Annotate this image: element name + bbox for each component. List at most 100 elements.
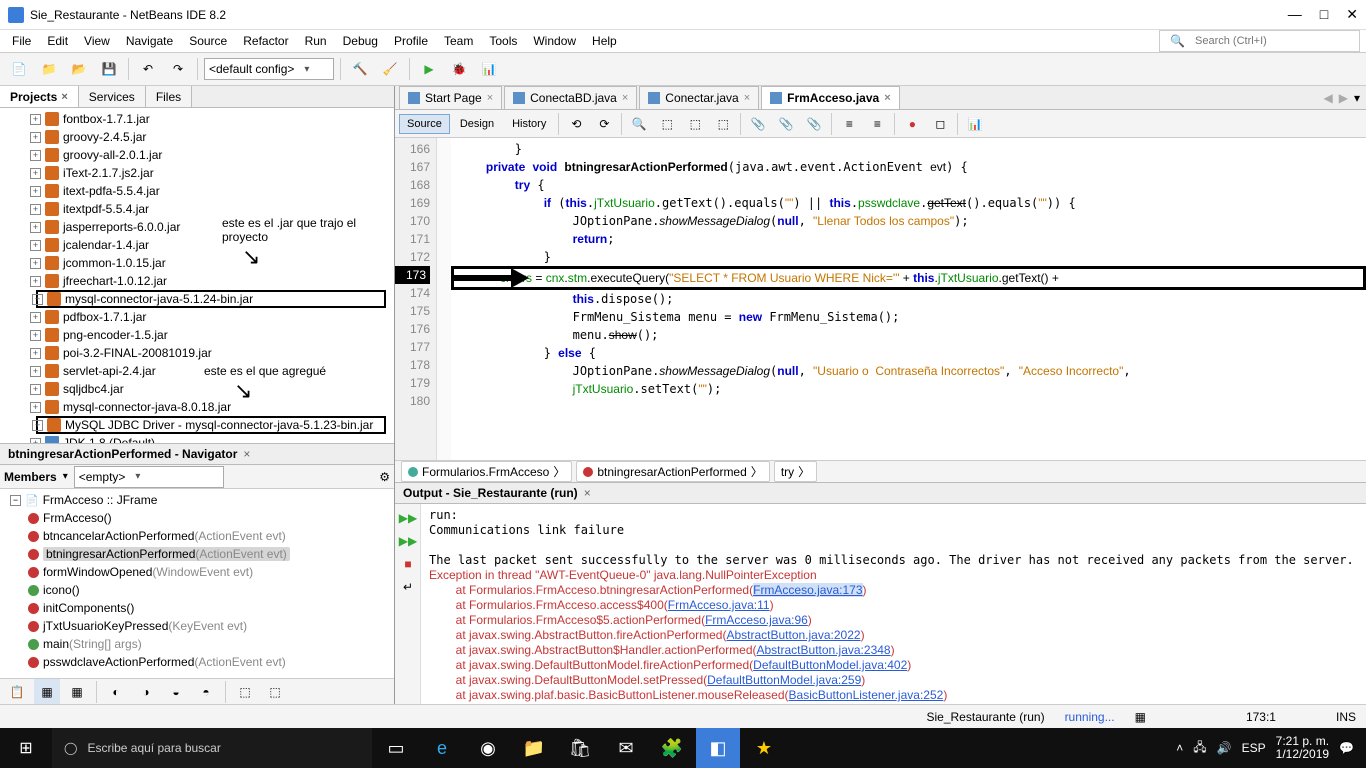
open-button[interactable]: 📂 [66, 56, 92, 82]
nav-btn-1[interactable]: 📋 [4, 679, 30, 705]
navigator-item[interactable]: initComponents() [0, 599, 394, 617]
et-btn[interactable]: ◻ [927, 111, 953, 137]
maximize-button[interactable]: □ [1320, 6, 1328, 23]
clean-build-button[interactable]: 🧹 [377, 56, 403, 82]
menu-tools[interactable]: Tools [483, 32, 523, 50]
tree-item[interactable]: +servlet-api-2.4.jar [0, 362, 394, 380]
nav-btn-9[interactable]: ⬚ [262, 679, 288, 705]
navigator-item[interactable]: main(String[] args) [0, 635, 394, 653]
save-all-button[interactable]: 💾 [96, 56, 122, 82]
mail-icon[interactable]: ✉ [604, 728, 648, 768]
view-design[interactable]: Design [452, 114, 502, 134]
nav-btn-7[interactable]: ◓ [193, 679, 219, 705]
tab-list-icon[interactable]: ▾ [1354, 91, 1360, 105]
navigator-item[interactable]: btningresarActionPerformed(ActionEvent e… [0, 545, 394, 563]
tree-item[interactable]: +png-encoder-1.5.jar [0, 326, 394, 344]
menu-team[interactable]: Team [438, 32, 479, 50]
menu-source[interactable]: Source [183, 32, 233, 50]
stop-icon[interactable]: ■ [398, 554, 418, 574]
et-btn[interactable]: ● [899, 111, 925, 137]
et-btn[interactable]: ⟳ [591, 111, 617, 137]
global-search[interactable]: 🔍 [1159, 30, 1360, 52]
et-btn[interactable]: ≡ [864, 111, 890, 137]
menu-view[interactable]: View [78, 32, 116, 50]
tree-item[interactable]: +iText-2.1.7.js2.jar [0, 164, 394, 182]
project-tree[interactable]: este es el .jar que trajo el proyecto ↘ … [0, 108, 394, 443]
et-btn[interactable]: ⬚ [654, 111, 680, 137]
menu-navigate[interactable]: Navigate [120, 32, 179, 50]
et-btn[interactable]: 📎 [745, 111, 771, 137]
output-console[interactable]: run: Communications link failure The las… [421, 504, 1366, 704]
navigator-item[interactable]: FrmAcceso() [0, 509, 394, 527]
view-history[interactable]: History [504, 114, 554, 134]
profile-button[interactable]: 📊 [476, 56, 502, 82]
tree-item[interactable]: +mysql-connector-java-8.0.18.jar [0, 398, 394, 416]
tree-item[interactable]: +fontbox-1.7.1.jar [0, 110, 394, 128]
tab-files[interactable]: Files [146, 86, 192, 107]
tree-item[interactable]: +groovy-2.4.5.jar [0, 128, 394, 146]
store-icon[interactable]: 🛍 [558, 728, 602, 768]
tray-net-icon[interactable]: 🖧 [1193, 738, 1206, 759]
config-combo[interactable]: <default config> [204, 58, 334, 80]
et-btn[interactable]: ⬚ [710, 111, 736, 137]
netbeans-icon[interactable]: ◧ [696, 728, 740, 768]
taskbar-search[interactable]: ◯Escribe aquí para buscar [52, 728, 372, 768]
view-source[interactable]: Source [399, 114, 450, 134]
task-view-icon[interactable]: ▭ [374, 728, 418, 768]
wrap-icon[interactable]: ↵ [398, 577, 418, 597]
menu-run[interactable]: Run [299, 32, 333, 50]
tab-left-icon[interactable]: ◀ [1324, 91, 1333, 105]
nav-btn-8[interactable]: ⬚ [232, 679, 258, 705]
filter-combo[interactable]: <empty> [74, 466, 224, 488]
navigator-item[interactable]: icono() [0, 581, 394, 599]
crumb-class[interactable]: Formularios.FrmAcceso〉 [401, 461, 572, 482]
et-btn[interactable]: 🔍 [626, 111, 652, 137]
build-button[interactable]: 🔨 [347, 56, 373, 82]
chrome-icon[interactable]: ◉ [466, 728, 510, 768]
close-button[interactable]: ✕ [1346, 6, 1358, 23]
et-btn[interactable]: 📊 [962, 111, 988, 137]
et-btn[interactable]: ≡ [836, 111, 862, 137]
close-icon[interactable]: × [584, 486, 591, 500]
crumb-method[interactable]: btningresarActionPerformed〉 [576, 461, 769, 482]
expand-icon[interactable]: − [10, 495, 21, 506]
navigator-item[interactable]: btncancelarActionPerformed(ActionEvent e… [0, 527, 394, 545]
code-editor[interactable]: 1661671681691701711721731741751761771781… [395, 138, 1366, 460]
menu-window[interactable]: Window [527, 32, 582, 50]
tab-services[interactable]: Services [79, 86, 146, 107]
menu-help[interactable]: Help [586, 32, 623, 50]
menu-refactor[interactable]: Refactor [237, 32, 294, 50]
tree-item[interactable]: +sqljdbc4.jar [0, 380, 394, 398]
et-btn[interactable]: ⬚ [682, 111, 708, 137]
edge-icon[interactable]: e [420, 728, 464, 768]
rerun2-icon[interactable]: ▶▶ [398, 531, 418, 551]
et-btn[interactable]: 📎 [801, 111, 827, 137]
menu-debug[interactable]: Debug [337, 32, 384, 50]
run-button[interactable]: ▶ [416, 56, 442, 82]
start-button[interactable]: ⊞ [2, 728, 50, 768]
app-icon[interactable]: 🧩 [650, 728, 694, 768]
editor-tab[interactable]: Start Page× [399, 86, 502, 109]
nav-btn-3[interactable]: ▦ [64, 679, 90, 705]
tree-item[interactable]: +jfreechart-1.0.12.jar [0, 272, 394, 290]
nav-btn-2[interactable]: ▦ [34, 679, 60, 705]
undo-button[interactable]: ↶ [135, 56, 161, 82]
tray-lang[interactable]: ESP [1242, 741, 1266, 755]
debug-button[interactable]: 🐞 [446, 56, 472, 82]
new-file-button[interactable]: 📄 [6, 56, 32, 82]
tree-item[interactable]: +itext-pdfa-5.5.4.jar [0, 182, 394, 200]
close-icon[interactable]: × [243, 447, 250, 461]
tree-item[interactable]: +poi-3.2-FINAL-20081019.jar [0, 344, 394, 362]
tab-projects[interactable]: Projects× [0, 86, 79, 107]
app2-icon[interactable]: ★ [742, 728, 786, 768]
nav-btn-4[interactable]: ◐ [103, 679, 129, 705]
editor-tab[interactable]: FrmAcceso.java× [761, 86, 900, 109]
editor-tab[interactable]: Conectar.java× [639, 86, 759, 109]
crumb-try[interactable]: try〉 [774, 461, 817, 482]
navigator-item[interactable]: formWindowOpened(WindowEvent evt) [0, 563, 394, 581]
redo-button[interactable]: ↷ [165, 56, 191, 82]
tray-notif-icon[interactable]: 💬 [1339, 741, 1354, 755]
tree-item[interactable]: +mysql-connector-java-5.1.24-bin.jar [36, 290, 386, 308]
editor-tab[interactable]: ConectaBD.java× [504, 86, 637, 109]
taskbar-clock[interactable]: 7:21 p. m. 1/12/2019 [1276, 735, 1329, 761]
